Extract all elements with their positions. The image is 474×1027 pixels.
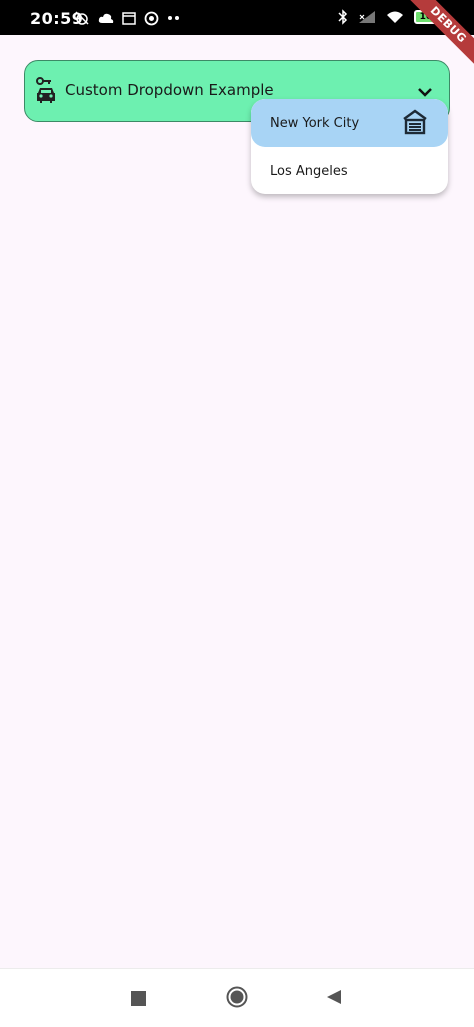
- alarm-off-icon: [74, 10, 90, 26]
- bluetooth-icon: [338, 9, 348, 25]
- recents-button[interactable]: [131, 991, 146, 1006]
- wifi-icon: [386, 10, 404, 24]
- home-button[interactable]: [226, 986, 248, 1012]
- status-icons-right: 100: [338, 9, 447, 25]
- menu-item-los-angeles[interactable]: Los Angeles: [251, 147, 448, 194]
- status-icons-left: [74, 10, 181, 26]
- menu-item-label: New York City: [270, 115, 360, 131]
- back-button[interactable]: [326, 989, 342, 1009]
- car-key-icon: [35, 77, 57, 109]
- data-saver-icon: [144, 11, 159, 26]
- signal-icon: [358, 10, 376, 24]
- menu-item-new-york-city[interactable]: New York City: [251, 99, 448, 147]
- dropdown-label: Custom Dropdown Example: [65, 81, 274, 99]
- calendar-icon: [122, 11, 136, 25]
- status-bar: 20:59 100: [0, 0, 474, 35]
- house-garage-icon: [402, 109, 428, 139]
- battery-indicator: 100: [414, 10, 447, 24]
- system-nav-bar: [0, 968, 474, 1027]
- more-dots-icon: [167, 15, 181, 21]
- menu-item-label: Los Angeles: [270, 163, 348, 179]
- cloud-icon: [98, 12, 114, 24]
- dropdown-menu: New York City Los Angeles: [251, 99, 448, 194]
